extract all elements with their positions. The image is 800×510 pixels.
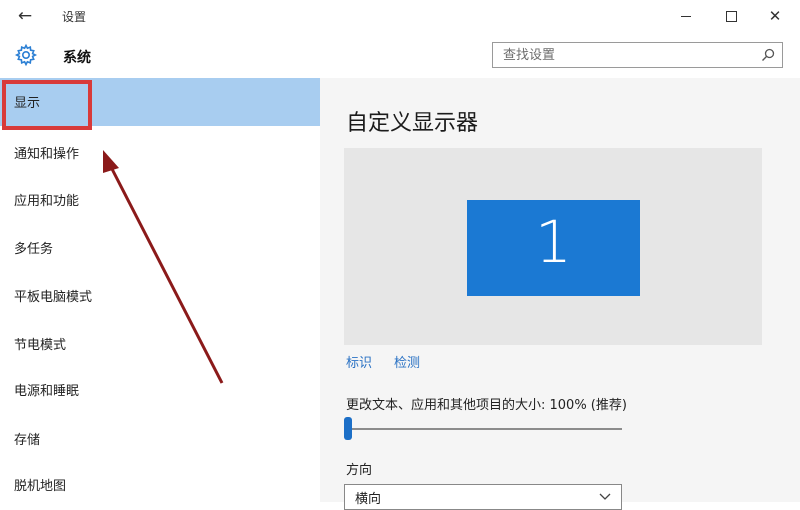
back-button[interactable]: ← (12, 5, 38, 27)
minimize-icon (681, 16, 691, 17)
close-button[interactable]: ✕ (753, 4, 797, 28)
page-title: 自定义显示器 (346, 111, 479, 136)
sidebar-item-apps[interactable]: 应用和功能 (0, 178, 320, 222)
monitor-arrangement-area: 1 (344, 148, 762, 345)
search-input[interactable] (503, 47, 753, 63)
orientation-value: 横向 (355, 492, 382, 507)
sidebar-item-label: 应用和功能 (14, 194, 80, 209)
search-box[interactable] (492, 42, 783, 68)
scale-label: 更改文本、应用和其他项目的大小: 100% (推荐) (346, 398, 627, 413)
sidebar: 显示 通知和操作 应用和功能 多任务 平板电脑模式 节电模式 电源和睡眠 存储 … (0, 78, 320, 502)
sidebar-item-notifications[interactable]: 通知和操作 (0, 131, 320, 175)
sidebar-item-label: 多任务 (14, 242, 54, 257)
maximize-button[interactable] (709, 4, 753, 28)
search-icon[interactable] (760, 47, 776, 63)
window-title: 设置 (62, 10, 87, 24)
title-bar: ← 设置 ✕ (0, 0, 800, 32)
detect-link[interactable]: 检测 (394, 352, 420, 371)
sidebar-item-label: 节电模式 (14, 338, 67, 353)
gear-icon (14, 43, 38, 67)
orientation-label: 方向 (346, 463, 373, 478)
sidebar-item-offline-maps[interactable]: 脱机地图 (0, 463, 320, 507)
sidebar-item-multitasking[interactable]: 多任务 (0, 226, 320, 270)
sidebar-item-label: 平板电脑模式 (14, 290, 93, 305)
minimize-button[interactable] (664, 4, 708, 28)
sidebar-item-storage[interactable]: 存储 (0, 417, 320, 461)
back-arrow-icon: ← (17, 6, 33, 26)
sidebar-item-label: 电源和睡眠 (14, 384, 80, 399)
annotation-highlight-box (2, 80, 92, 130)
monitor-number: 1 (535, 208, 572, 276)
identify-link[interactable]: 标识 (346, 352, 372, 371)
scale-slider-thumb[interactable] (344, 417, 352, 440)
sidebar-item-tablet-mode[interactable]: 平板电脑模式 (0, 274, 320, 318)
close-icon: ✕ (768, 7, 782, 25)
maximize-icon (726, 11, 737, 22)
chevron-down-icon (599, 493, 611, 500)
scale-slider-track[interactable] (346, 428, 622, 430)
sidebar-item-power-sleep[interactable]: 电源和睡眠 (0, 368, 320, 412)
sidebar-item-battery-saver[interactable]: 节电模式 (0, 322, 320, 366)
sidebar-item-label: 脱机地图 (14, 479, 67, 494)
sidebar-item-label: 通知和操作 (14, 147, 80, 162)
section-title: 系统 (63, 50, 91, 66)
monitor-tile[interactable]: 1 (467, 200, 640, 296)
orientation-dropdown[interactable]: 横向 (344, 484, 622, 510)
sidebar-item-label: 存储 (14, 433, 41, 448)
